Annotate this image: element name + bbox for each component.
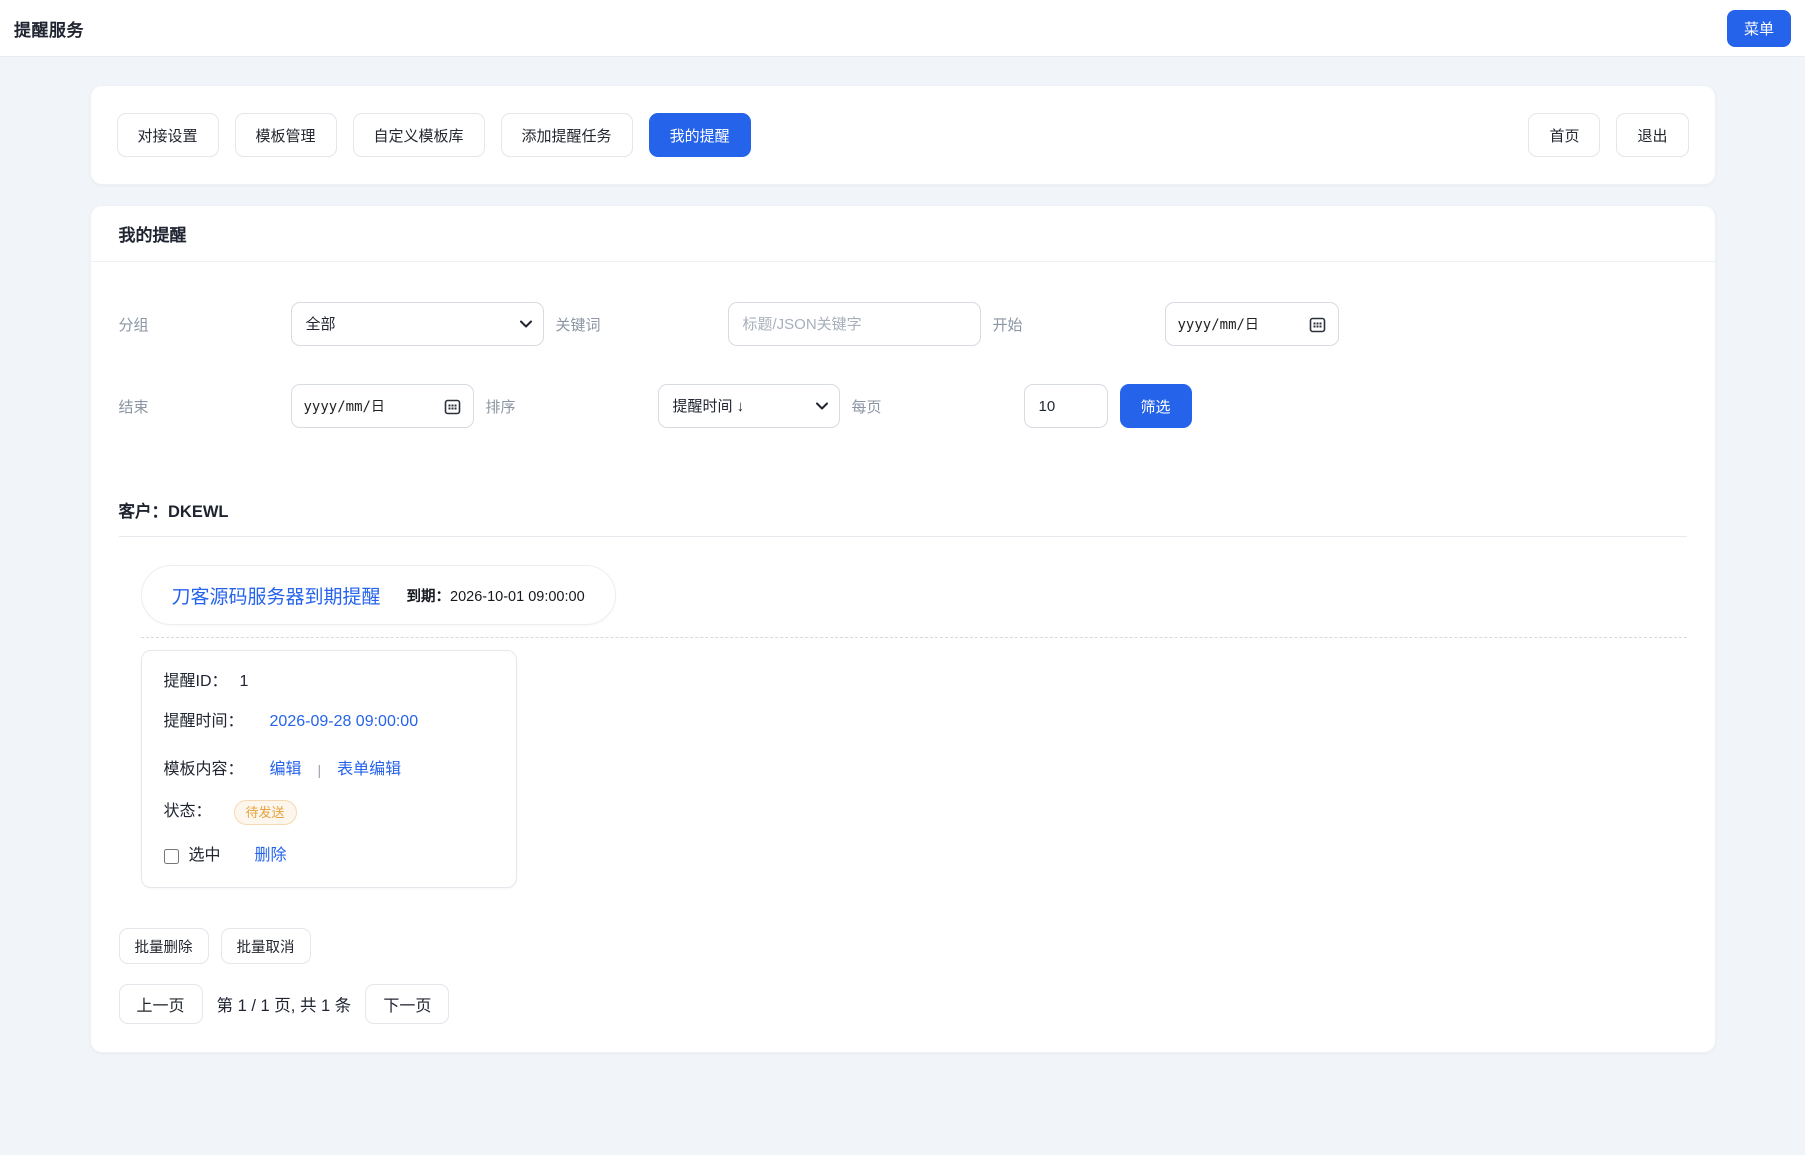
my-reminders-panel: 我的提醒 分组 全部 关键词 xyxy=(90,205,1716,1053)
nav-actions: 首页 退出 xyxy=(1528,113,1688,157)
template-content-row: 模板内容： 编辑 | 表单编辑 xyxy=(164,757,494,783)
filter-button[interactable]: 筛选 xyxy=(1120,384,1192,428)
pagination: 上一页 第 1 / 1 页, 共 1 条 下一页 xyxy=(119,984,1687,1024)
home-button[interactable]: 首页 xyxy=(1528,113,1600,157)
reminder-id-row: 提醒ID： 1 xyxy=(164,669,494,695)
page-content: 对接设置 模板管理 自定义模板库 添加提醒任务 我的提醒 首页 退出 我的提醒 … xyxy=(90,85,1716,1053)
customer-name: DKEWL xyxy=(168,503,229,521)
group-label: 分组 xyxy=(119,314,291,335)
per-page-field: 每页 xyxy=(852,384,1108,428)
reminder-time-link[interactable]: 2026-09-28 09:00:00 xyxy=(270,709,419,735)
group-select-wrap: 全部 xyxy=(291,302,544,346)
batch-cancel-button[interactable]: 批量取消 xyxy=(221,928,311,964)
nav-tab-template-manage[interactable]: 模板管理 xyxy=(235,113,337,157)
expire-label: 到期： xyxy=(407,589,451,605)
form-edit-link[interactable]: 表单编辑 xyxy=(337,757,401,783)
sort-select-wrap: 提醒时间 ↓ xyxy=(658,384,840,428)
template-content-label: 模板内容： xyxy=(164,757,244,783)
select-row: 选中 删除 xyxy=(164,843,494,869)
select-checkbox-label[interactable]: 选中 xyxy=(164,843,221,869)
reminder-card: 提醒ID： 1 提醒时间： 2026-09-28 09:00:00 模板内容： … xyxy=(141,650,517,888)
reminder-id-value: 1 xyxy=(240,669,249,695)
next-page-button[interactable]: 下一页 xyxy=(365,984,449,1024)
end-date-label: 结束 xyxy=(119,396,291,417)
reminder-time-label: 提醒时间： xyxy=(164,709,244,735)
keyword-label: 关键词 xyxy=(556,314,728,335)
nav-tab-connect-settings[interactable]: 对接设置 xyxy=(117,113,219,157)
expire-info: 到期：2026-10-01 09:00:00 xyxy=(407,585,585,606)
app-title: 提醒服务 xyxy=(14,16,84,41)
status-row: 状态： 待发送 xyxy=(164,799,494,825)
status-label: 状态： xyxy=(164,799,212,825)
per-page-input[interactable] xyxy=(1024,384,1108,428)
nav-tab-add-reminder-task[interactable]: 添加提醒任务 xyxy=(501,113,633,157)
reminder-id-label: 提醒ID： xyxy=(164,669,228,695)
sort-label: 排序 xyxy=(486,396,658,417)
batch-actions: 批量删除 批量取消 xyxy=(119,928,1687,964)
reminder-group: 刀客源码服务器到期提醒 到期：2026-10-01 09:00:00 提醒ID：… xyxy=(141,565,1687,888)
menu-button[interactable]: 菜单 xyxy=(1727,10,1791,47)
filter-row-2: 结束 yyyy/mm/日 排序 提醒时间 ↓ xyxy=(119,384,1687,428)
customer-label: 客户： xyxy=(119,503,169,521)
select-checkbox[interactable] xyxy=(164,849,179,864)
per-page-label: 每页 xyxy=(852,396,1024,417)
group-field: 分组 全部 xyxy=(119,302,544,346)
sort-field: 排序 提醒时间 ↓ xyxy=(486,384,840,428)
nav-card: 对接设置 模板管理 自定义模板库 添加提醒任务 我的提醒 首页 退出 xyxy=(90,85,1716,185)
dashed-divider xyxy=(141,637,1687,638)
reminder-pill: 刀客源码服务器到期提醒 到期：2026-10-01 09:00:00 xyxy=(141,565,616,625)
calendar-icon[interactable] xyxy=(444,398,461,415)
prev-page-button[interactable]: 上一页 xyxy=(119,984,203,1024)
topbar: 提醒服务 菜单 xyxy=(0,0,1805,57)
select-label-text: 选中 xyxy=(189,843,221,869)
pagination-info: 第 1 / 1 页, 共 1 条 xyxy=(217,992,352,1016)
edit-link[interactable]: 编辑 xyxy=(270,757,302,783)
keyword-input[interactable] xyxy=(728,302,981,346)
end-date-field: 结束 yyyy/mm/日 xyxy=(119,384,474,428)
link-separator: | xyxy=(318,757,322,783)
start-date-field: 开始 yyyy/mm/日 xyxy=(993,302,1339,346)
group-select[interactable]: 全部 xyxy=(291,302,544,346)
reminder-time-row: 提醒时间： 2026-09-28 09:00:00 xyxy=(164,709,494,735)
nav-tabs: 对接设置 模板管理 自定义模板库 添加提醒任务 我的提醒 xyxy=(117,113,751,157)
logout-button[interactable]: 退出 xyxy=(1616,113,1688,157)
calendar-icon[interactable] xyxy=(1309,316,1326,333)
delete-link[interactable]: 删除 xyxy=(255,843,287,869)
status-badge: 待发送 xyxy=(234,800,297,825)
batch-delete-button[interactable]: 批量删除 xyxy=(119,928,209,964)
start-date-placeholder: yyyy/mm/日 xyxy=(1178,314,1259,334)
sort-select[interactable]: 提醒时间 ↓ xyxy=(658,384,840,428)
end-date-input[interactable]: yyyy/mm/日 xyxy=(291,384,474,428)
panel-body: 分组 全部 关键词 开始 xyxy=(91,262,1715,1052)
customer-section: 客户：DKEWL xyxy=(119,498,1687,537)
start-date-input[interactable]: yyyy/mm/日 xyxy=(1165,302,1339,346)
filter-row-1: 分组 全部 关键词 开始 xyxy=(119,302,1687,346)
end-date-placeholder: yyyy/mm/日 xyxy=(304,396,385,416)
reminder-title-link[interactable]: 刀客源码服务器到期提醒 xyxy=(172,582,381,609)
panel-title: 我的提醒 xyxy=(91,206,1715,262)
customer-title: 客户：DKEWL xyxy=(119,498,1687,522)
expire-time: 2026-10-01 09:00:00 xyxy=(450,589,585,605)
start-date-label: 开始 xyxy=(993,314,1165,335)
nav-tab-custom-template-lib[interactable]: 自定义模板库 xyxy=(353,113,485,157)
nav-tab-my-reminders[interactable]: 我的提醒 xyxy=(649,113,751,157)
keyword-field: 关键词 xyxy=(556,302,981,346)
customer-divider xyxy=(119,536,1687,537)
